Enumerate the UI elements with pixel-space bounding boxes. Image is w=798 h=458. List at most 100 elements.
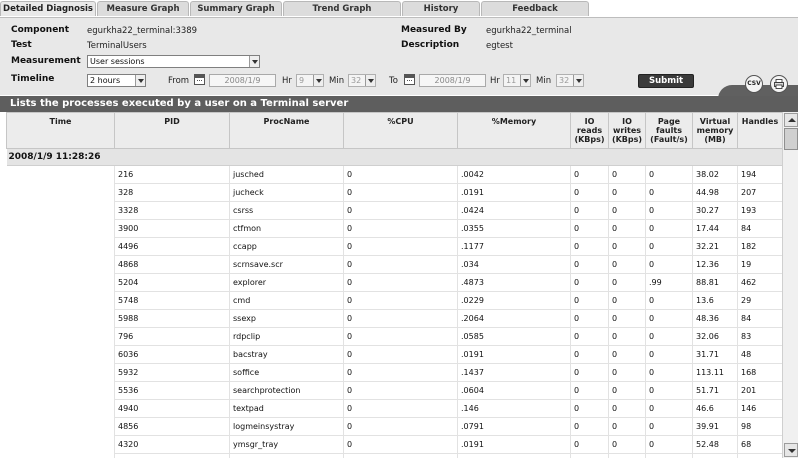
cell-virtual-memory: 52.48 bbox=[692, 435, 738, 454]
cell-procname: jusched bbox=[229, 165, 344, 184]
table-row: 5988 ssexp 0.2064 0 0 0 48.36 84 bbox=[6, 309, 782, 328]
table-row: 4856 logmeinsystray 0.0791 0 0 0 39.91 98 bbox=[6, 417, 782, 436]
cell-cpu: 0 bbox=[343, 201, 458, 220]
cell-io-reads: 0 bbox=[570, 165, 609, 184]
tab-trend-graph[interactable]: Trend Graph bbox=[283, 1, 401, 16]
cell-cpu: 0 bbox=[343, 291, 458, 310]
cell-virtual-memory: 13.6 bbox=[692, 291, 738, 310]
cell-procname: textpad bbox=[229, 399, 344, 418]
tab-summary-graph[interactable]: Summary Graph bbox=[190, 1, 282, 16]
from-hr-label: Hr bbox=[282, 76, 292, 86]
to-min-select[interactable]: 32 bbox=[556, 74, 584, 87]
from-date-field[interactable]: 2008/1/9 bbox=[209, 74, 276, 87]
cell-page-faults: 0 bbox=[645, 291, 693, 310]
col-header-handles[interactable]: Handles bbox=[737, 112, 782, 149]
cell-memory: .0313 bbox=[457, 453, 571, 458]
to-label: To bbox=[389, 76, 398, 86]
vertical-scrollbar[interactable] bbox=[782, 112, 798, 458]
cell-io-reads: 0 bbox=[570, 327, 609, 346]
print-icon[interactable] bbox=[770, 75, 788, 93]
process-table: Time PID ProcName %CPU %Memory IO reads … bbox=[6, 112, 782, 458]
cell-io-reads: 0 bbox=[570, 399, 609, 418]
to-min-label: Min bbox=[536, 76, 552, 86]
cell-virtual-memory: 113.11 bbox=[692, 363, 738, 382]
cell-pid: 4868 bbox=[114, 255, 230, 274]
table-row: 5536 searchprotection 0.0604 0 0 0 51.71 201 bbox=[6, 381, 782, 400]
timeline-select[interactable]: 2 hours bbox=[87, 74, 146, 87]
table-row: 4320 ymsgr_tray 0.0191 0 0 0 52.48 68 bbox=[6, 435, 782, 454]
cell-handles: 168 bbox=[737, 363, 782, 382]
cell-io-reads: 0 bbox=[570, 309, 609, 328]
cell-virtual-memory: 48.69 bbox=[692, 453, 738, 458]
cell-procname: bacstray bbox=[229, 345, 344, 364]
calendar-icon[interactable] bbox=[194, 74, 205, 85]
col-header-memory[interactable]: %Memory bbox=[457, 112, 571, 149]
measurement-select-value: User sessions bbox=[90, 57, 145, 66]
cell-pid: 4496 bbox=[114, 237, 230, 256]
csv-export-icon[interactable]: CSV bbox=[745, 75, 763, 93]
scroll-up-icon[interactable] bbox=[784, 113, 798, 127]
cell-memory: .0229 bbox=[457, 291, 571, 310]
tab-history[interactable]: History bbox=[402, 1, 480, 16]
col-header-io-reads[interactable]: IO reads (KBps) bbox=[570, 112, 609, 149]
cell-handles: 201 bbox=[737, 381, 782, 400]
to-date-field[interactable]: 2008/1/9 bbox=[419, 74, 486, 87]
cell-memory: .146 bbox=[457, 399, 571, 418]
cell-io-reads: 0 bbox=[570, 291, 609, 310]
scroll-thumb[interactable] bbox=[784, 128, 798, 150]
cell-procname: searchprotection bbox=[229, 381, 344, 400]
cell-io-writes: 0 bbox=[608, 381, 646, 400]
cell-io-writes: 0 bbox=[608, 291, 646, 310]
cell-memory: .0042 bbox=[457, 165, 571, 184]
submit-button[interactable]: Submit bbox=[638, 74, 694, 88]
table-row: 4496 ccapp 0.1177 0 0 0 32.21 182 bbox=[6, 237, 782, 256]
cell-pid: 5932 bbox=[114, 363, 230, 382]
cell-cpu: 0 bbox=[343, 273, 458, 292]
measurement-select[interactable]: User sessions bbox=[87, 55, 260, 68]
cell-cpu: 0 bbox=[343, 255, 458, 274]
to-hr-select[interactable]: 11 bbox=[503, 74, 531, 87]
cell-handles: 68 bbox=[737, 435, 782, 454]
cell-handles: 193 bbox=[737, 201, 782, 220]
col-header-pid[interactable]: PID bbox=[114, 112, 230, 149]
from-min-select[interactable]: 32 bbox=[348, 74, 376, 87]
col-header-page-faults[interactable]: Page faults (Fault/s) bbox=[645, 112, 693, 149]
cell-cpu: 0 bbox=[343, 327, 458, 346]
tab-detailed-diagnosis[interactable]: Detailed Diagnosis bbox=[0, 1, 96, 16]
cell-io-reads: 0 bbox=[570, 237, 609, 256]
cell-time bbox=[6, 219, 115, 238]
col-header-io-writes[interactable]: IO writes (KBps) bbox=[608, 112, 646, 149]
cell-cpu: 0 bbox=[343, 237, 458, 256]
cell-time bbox=[6, 363, 115, 382]
calendar-icon[interactable] bbox=[404, 74, 415, 85]
scroll-down-icon[interactable] bbox=[784, 443, 798, 457]
cell-handles: 462 bbox=[737, 273, 782, 292]
tab-measure-graph[interactable]: Measure Graph bbox=[97, 1, 189, 16]
cell-virtual-memory: 31.71 bbox=[692, 345, 738, 364]
tab-feedback[interactable]: Feedback bbox=[481, 1, 589, 16]
cell-handles: 84 bbox=[737, 309, 782, 328]
cell-procname: scrnsave.scr bbox=[229, 255, 344, 274]
cell-pid: 5988 bbox=[114, 309, 230, 328]
col-header-cpu[interactable]: %CPU bbox=[343, 112, 458, 149]
cell-procname: cmd bbox=[229, 291, 344, 310]
cell-pid: 328 bbox=[114, 183, 230, 202]
col-header-time[interactable]: Time bbox=[6, 112, 115, 149]
component-label: Component bbox=[11, 25, 70, 35]
cell-io-writes: 0 bbox=[608, 435, 646, 454]
col-header-virtual-memory[interactable]: Virtual memory (MB) bbox=[692, 112, 738, 149]
col-header-procname[interactable]: ProcName bbox=[229, 112, 344, 149]
cell-time bbox=[6, 453, 115, 458]
cell-handles: 194 bbox=[737, 165, 782, 184]
table-row: 3900 ctfmon 0.0355 0 0 0 17.44 84 bbox=[6, 219, 782, 238]
table-row: 5932 soffice 0.1437 0 0 0 113.11 168 bbox=[6, 363, 782, 382]
cell-io-reads: 0 bbox=[570, 201, 609, 220]
cell-pid: 4856 bbox=[114, 417, 230, 436]
measured-by-value: egurkha22_terminal bbox=[486, 26, 572, 36]
from-hr-select[interactable]: 9 bbox=[296, 74, 324, 87]
cell-handles: 225 bbox=[737, 453, 782, 458]
cell-memory: .0191 bbox=[457, 345, 571, 364]
cell-io-writes: 0 bbox=[608, 237, 646, 256]
cell-cpu: 0 bbox=[343, 417, 458, 436]
cell-time bbox=[6, 255, 115, 274]
